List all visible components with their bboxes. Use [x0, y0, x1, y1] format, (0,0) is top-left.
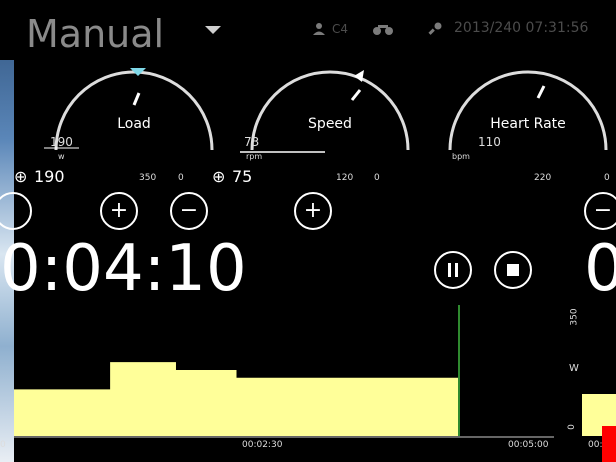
- red-indicator: [602, 426, 616, 462]
- load-unit: w: [58, 152, 65, 161]
- heart-rate-unit: bpm: [452, 152, 470, 161]
- elapsed-timer: 0:04:10: [0, 232, 247, 306]
- power-chart: [14, 305, 616, 438]
- power-area: [14, 362, 459, 436]
- partial-button-left[interactable]: [0, 192, 32, 230]
- speed-gauge: Speed 73 rpm 120 0: [240, 60, 420, 220]
- page-title: Manual: [26, 12, 165, 56]
- load-target-icon: ⊕: [14, 167, 28, 186]
- load-decrease-button[interactable]: −: [170, 192, 208, 230]
- stop-button[interactable]: [494, 251, 532, 289]
- chevron-down-icon[interactable]: [205, 26, 221, 34]
- heart-rate-label: Heart Rate: [490, 116, 566, 132]
- heart-rate-top-value: 110: [478, 135, 501, 149]
- speed-unit: rpm: [246, 152, 263, 161]
- elapsed-timer-partial: 0: [584, 232, 616, 306]
- y-tick-max: 350: [569, 308, 580, 326]
- speed-min: 0: [374, 173, 380, 183]
- speed-top-value: 73: [244, 135, 260, 149]
- dashboard-panel: Load 190 w 350 0 ⊕ 190 Speed 73 rpm 120 …: [0, 60, 616, 462]
- x-tick-1: 00:02:30: [242, 440, 283, 450]
- speed-target-icon: ⊕: [212, 167, 226, 186]
- user-count: C4: [332, 22, 349, 36]
- load-min: 0: [178, 173, 184, 183]
- user-icon: [312, 22, 326, 36]
- load-top-value: 190: [50, 135, 73, 149]
- speed-increase-button[interactable]: +: [294, 192, 332, 230]
- hr-decrease-button[interactable]: −: [584, 192, 616, 230]
- x-tick-0: 0: [0, 440, 6, 450]
- heart-rate-min: 0: [604, 173, 610, 183]
- x-tick-2: 00:05:00: [508, 440, 549, 450]
- load-max: 350: [139, 173, 157, 183]
- speed-value: 75: [232, 167, 253, 186]
- pause-icon: [448, 263, 458, 277]
- y-tick-min: 0: [566, 424, 577, 430]
- pause-button[interactable]: [434, 251, 472, 289]
- date-time: 2013/240 07:31:56: [454, 20, 589, 36]
- heart-rate-max: 220: [534, 173, 552, 183]
- wrench-icon: [428, 22, 442, 36]
- load-value: 190: [34, 167, 65, 186]
- y-unit: W: [569, 363, 579, 374]
- speed-label: Speed: [308, 116, 352, 132]
- speed-max: 120: [336, 173, 354, 183]
- stop-icon: [507, 264, 519, 276]
- bike-icon: [372, 22, 394, 36]
- load-increase-button[interactable]: +: [100, 192, 138, 230]
- app-header: Manual C4 2013/240 07:31:56: [0, 0, 616, 60]
- load-label: Load: [117, 116, 151, 132]
